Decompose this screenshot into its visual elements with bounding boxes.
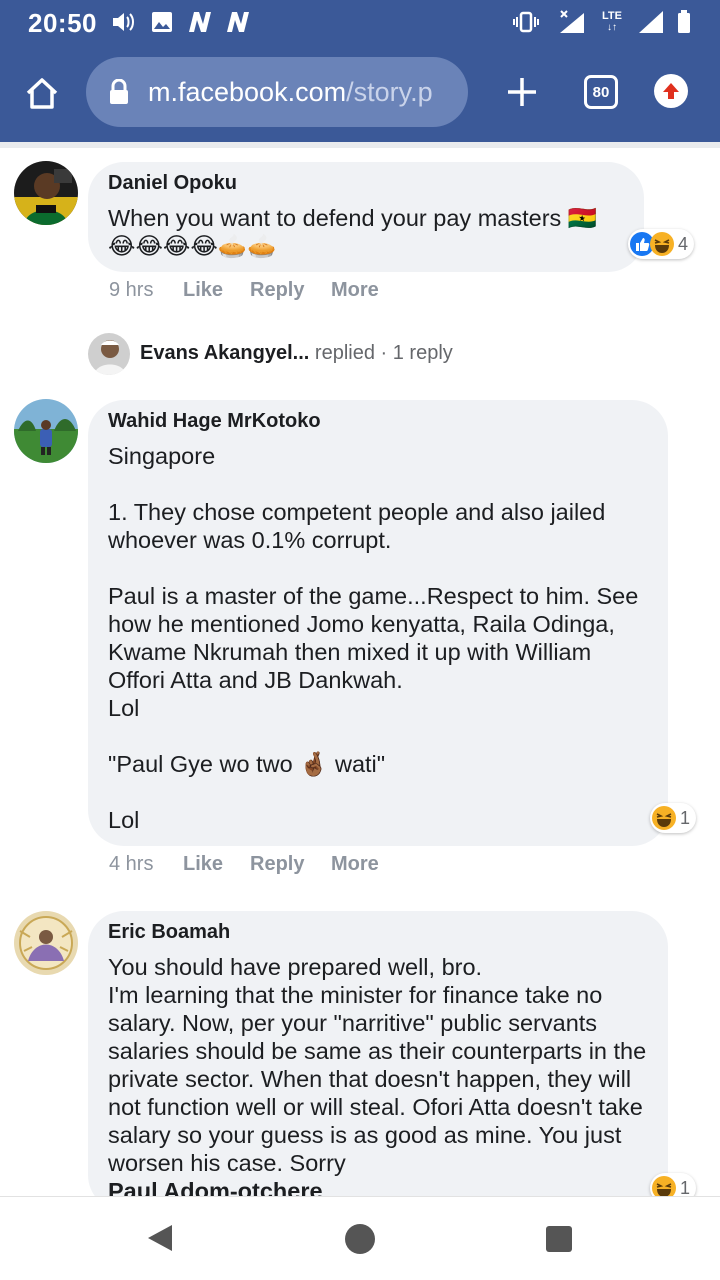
reply-author: Evans Akangyel... — [140, 342, 310, 364]
n-notification-icon — [224, 10, 252, 34]
lte-icon: LTE ↓↑ — [598, 10, 626, 34]
lte-label: LTE — [602, 10, 622, 22]
comment-text: When you want to defend your pay masters… — [108, 205, 598, 259]
status-time: 20:50 — [28, 8, 97, 38]
reaction-count: 4 — [678, 233, 689, 254]
comment-author[interactable]: Wahid Hage MrKotoko — [108, 410, 321, 433]
lock-icon — [108, 78, 130, 105]
comment-author[interactable]: Daniel Opoku — [108, 172, 237, 195]
reply-thread-link[interactable]: Evans Akangyel... replied · 1 reply — [140, 342, 453, 365]
home-icon[interactable] — [22, 74, 62, 114]
system-nav-bar — [0, 1196, 720, 1280]
volume-icon — [110, 10, 136, 34]
reaction-summary[interactable]: 1 — [650, 803, 697, 833]
haha-icon — [652, 806, 676, 830]
comment-timestamp[interactable]: 4 hrs — [109, 853, 153, 876]
reply-count: 1 reply — [392, 342, 453, 364]
more-button[interactable]: More — [331, 853, 379, 876]
url-path: /story.p — [346, 76, 433, 107]
reply-separator: · — [380, 342, 388, 364]
comment-bubble[interactable]: Daniel Opoku When you want to defend you… — [88, 162, 644, 272]
comment-bubble[interactable]: Wahid Hage MrKotoko Singapore 1. They ch… — [88, 400, 668, 846]
more-button[interactable]: More — [331, 279, 379, 302]
like-button[interactable]: Like — [183, 853, 223, 876]
new-tab-icon[interactable] — [502, 72, 542, 112]
image-icon — [150, 10, 174, 34]
recents-icon[interactable] — [545, 1225, 573, 1258]
comment-text: You should have prepared well, bro. I'm … — [108, 953, 648, 1205]
status-bar: 20:50 LTE ↓↑ — [0, 0, 720, 44]
haha-icon — [650, 232, 674, 256]
avatar[interactable] — [14, 911, 78, 975]
reaction-summary[interactable]: 4 — [628, 229, 695, 259]
lte-arrows: ↓↑ — [607, 22, 617, 33]
avatar[interactable] — [88, 333, 130, 375]
back-icon[interactable] — [146, 1223, 174, 1258]
comment-text: Singapore 1. They chose competent people… — [108, 443, 639, 833]
toolbar-divider — [0, 142, 720, 148]
comment-actions: 4 hrs Like Reply More — [109, 853, 409, 883]
comment-timestamp[interactable]: 9 hrs — [109, 279, 153, 302]
n-notification-icon — [186, 10, 214, 34]
home-icon[interactable] — [344, 1223, 376, 1260]
vibrate-icon — [512, 10, 540, 34]
no-signal-icon — [558, 10, 588, 34]
url-domain: m.facebook.com — [148, 76, 347, 107]
reply-verb: replied — [314, 342, 375, 364]
reaction-count: 1 — [680, 807, 691, 828]
tab-count: 80 — [592, 83, 610, 101]
comment-text-content: You should have prepared well, bro. I'm … — [108, 954, 647, 1176]
browser-toolbar: m.facebook.com/story.p 80 — [0, 44, 720, 142]
signal-icon — [636, 10, 666, 34]
comment-bubble[interactable]: Eric Boamah You should have prepared wel… — [88, 911, 668, 1211]
like-button[interactable]: Like — [183, 279, 223, 302]
url-text: m.facebook.com/story.p — [148, 77, 433, 108]
avatar[interactable] — [14, 161, 78, 225]
reply-button[interactable]: Reply — [250, 853, 304, 876]
tab-switcher-button[interactable]: 80 — [584, 75, 618, 109]
reply-button[interactable]: Reply — [250, 279, 304, 302]
update-icon[interactable] — [654, 74, 688, 108]
comment-actions: 9 hrs Like Reply More — [109, 279, 409, 309]
battery-icon — [676, 10, 692, 34]
avatar[interactable] — [14, 399, 78, 463]
address-bar[interactable]: m.facebook.com/story.p — [86, 57, 468, 127]
comment-author[interactable]: Eric Boamah — [108, 921, 230, 944]
